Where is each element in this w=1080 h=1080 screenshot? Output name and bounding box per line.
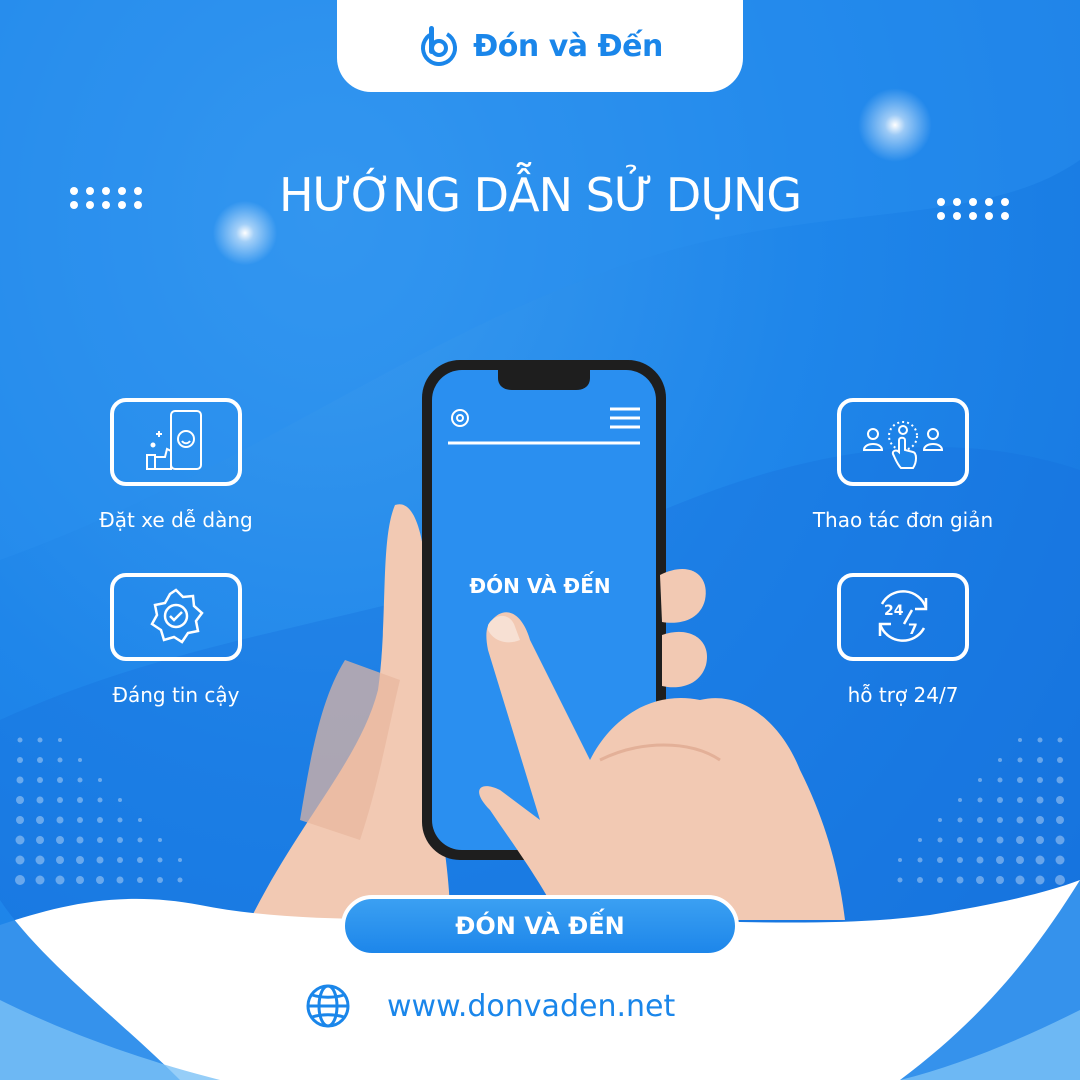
cta-button[interactable]: ĐÓN VÀ ĐẾN <box>341 895 739 957</box>
globe-icon <box>306 984 350 1028</box>
website-url[interactable]: www.donvaden.net <box>387 989 675 1024</box>
website-link[interactable]: www.donvaden.net <box>305 980 675 1032</box>
poster: Đón và Đến HƯỚNG DẪN SỬ DỤNG ĐÓN VÀ ĐẾN … <box>0 0 1080 1080</box>
